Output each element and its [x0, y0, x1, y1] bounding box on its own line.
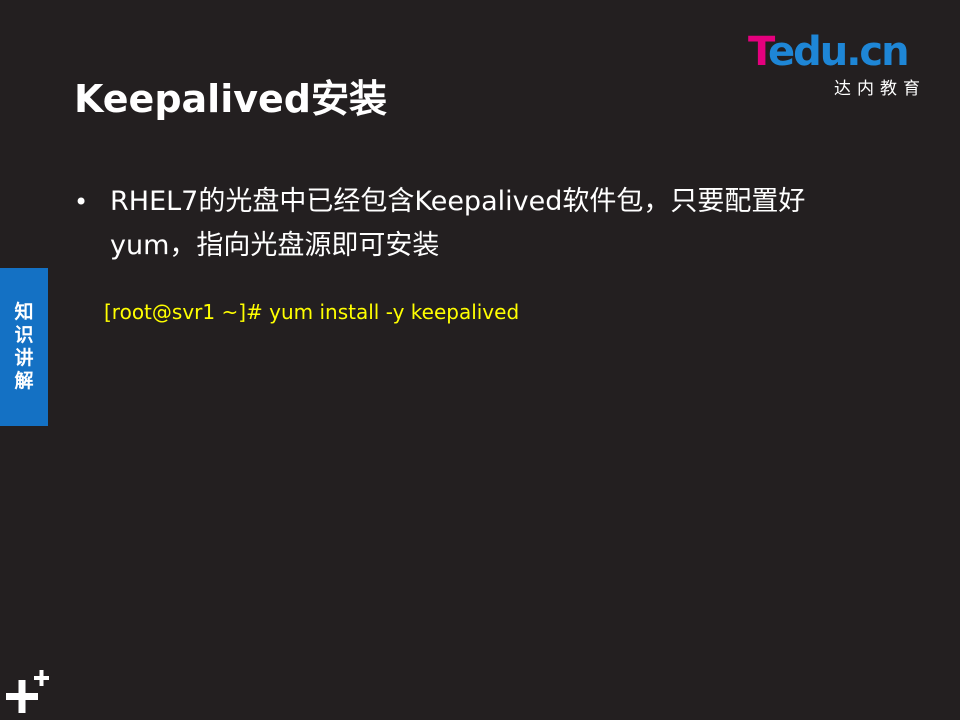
side-tab-char: 解: [14, 370, 34, 392]
slide: Keepalived安装 Tedu.cn 达内教育 • RHEL7的光盘中已经包…: [0, 0, 960, 720]
command-line: [root@svr1 ~]# yum install -y keepalived: [104, 300, 520, 324]
side-tab-char: 知: [14, 301, 34, 323]
bullet-icon: •: [74, 188, 89, 216]
bullet-item: • RHEL7的光盘中已经包含Keepalived软件包，只要配置好yum，指向…: [72, 180, 852, 268]
side-tab-char: 讲: [14, 347, 34, 369]
bullet-list: • RHEL7的光盘中已经包含Keepalived软件包，只要配置好yum，指向…: [72, 180, 852, 268]
logo-wordmark: Tedu.cn: [748, 29, 910, 75]
tedu-logo: Tedu.cn 达内教育: [748, 30, 930, 100]
side-tab-knowledge: 知 识 讲 解: [0, 268, 48, 426]
slide-title: Keepalived安装: [74, 77, 387, 121]
logo-letters-rest: edu.cn: [767, 29, 910, 75]
plus-decoration-icon: [6, 670, 49, 713]
logo-subtitle: 达内教育: [834, 79, 926, 99]
bullet-text: RHEL7的光盘中已经包含Keepalived软件包，只要配置好yum，指向光盘…: [110, 186, 806, 261]
logo-letter-t: T: [748, 29, 770, 75]
side-tab-char: 识: [14, 324, 34, 346]
